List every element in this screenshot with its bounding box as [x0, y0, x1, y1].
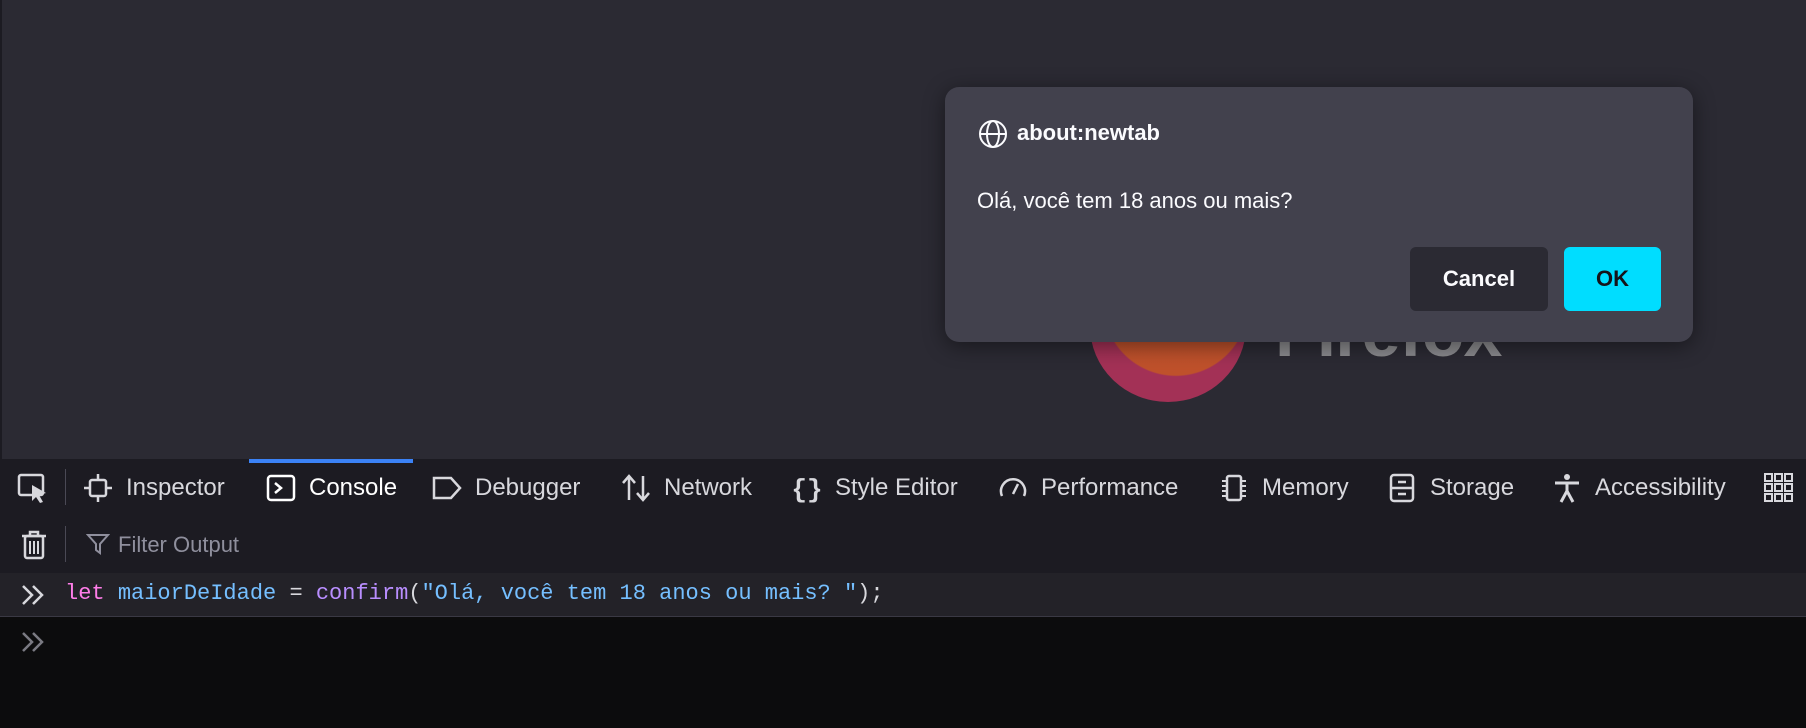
code-keyword: let	[65, 581, 105, 606]
performance-icon	[999, 477, 1027, 496]
page-edge	[0, 0, 2, 459]
tabbar-divider	[65, 469, 66, 505]
code-string: "Olá, você tem 18 anos ou mais? "	[421, 581, 858, 606]
memory-icon	[1222, 474, 1246, 501]
filter-icon	[86, 534, 110, 555]
tab-debugger[interactable]: Debugger	[431, 459, 580, 516]
tab-label: Performance	[1041, 473, 1179, 501]
tab-style-editor[interactable]: {} Style Editor	[791, 459, 958, 516]
tab-console[interactable]: Console	[249, 459, 414, 516]
tab-label: Storage	[1430, 473, 1515, 501]
debugger-icon	[432, 476, 462, 499]
console-icon	[266, 474, 296, 501]
inspector-icon	[84, 473, 112, 502]
dialog-origin: about:newtab	[1017, 120, 1160, 145]
cancel-button[interactable]: Cancel	[1410, 247, 1548, 311]
code-paren-open: (	[408, 581, 422, 606]
globe-icon	[979, 120, 1007, 148]
element-picker-icon[interactable]	[16, 471, 50, 505]
trash-icon[interactable]	[18, 529, 50, 561]
code-variable: maiorDeIdade	[117, 581, 277, 606]
chevron-double-right-icon	[22, 585, 44, 605]
ok-button[interactable]: OK	[1564, 247, 1661, 311]
tab-performance[interactable]: Performance	[997, 459, 1178, 516]
tab-label: Console	[309, 473, 398, 501]
accessibility-icon	[1555, 473, 1579, 503]
tab-label: Accessibility	[1595, 473, 1726, 501]
network-icon	[622, 473, 650, 502]
confirm-dialog: about:newtab Olá, você tem 18 anos ou ma…	[945, 87, 1693, 342]
filter-divider	[65, 526, 66, 562]
tab-network[interactable]: Network	[620, 459, 752, 516]
devtools-panel: Inspector Console Debugger Network {} St…	[0, 459, 1806, 728]
style-editor-icon: {}	[791, 475, 822, 504]
tab-label: Style Editor	[835, 473, 958, 501]
tab-memory[interactable]: Memory	[1218, 459, 1349, 516]
console-code: let maiorDeIdade = confirm("Olá, você te…	[65, 581, 884, 606]
devtools-tabbar: Inspector Console Debugger Network {} St…	[0, 459, 1806, 517]
console-filter-bar	[0, 516, 1806, 574]
console-input-entry: let maiorDeIdade = confirm("Olá, você te…	[0, 573, 1806, 617]
tab-label: Inspector	[126, 473, 225, 501]
tab-label: Memory	[1262, 473, 1349, 501]
browser-page: Firefox about:newtab Olá, você tem 18 an…	[0, 0, 1806, 459]
svg-text:{}: {}	[791, 475, 822, 504]
filter-output-input[interactable]	[116, 526, 920, 564]
tab-label: Network	[664, 473, 753, 501]
storage-icon	[1389, 473, 1415, 502]
tab-label: Debugger	[475, 473, 581, 501]
tab-storage[interactable]: Storage	[1386, 459, 1514, 516]
tab-inspector[interactable]: Inspector	[82, 459, 225, 516]
console-input-area[interactable]	[0, 617, 1806, 728]
code-paren-close: );	[857, 581, 884, 606]
chevron-double-right-icon	[22, 632, 44, 652]
code-function: confirm	[315, 581, 409, 606]
more-tools-icon[interactable]	[1762, 471, 1796, 505]
code-operator: =	[276, 581, 316, 606]
tab-accessibility[interactable]: Accessibility	[1551, 459, 1726, 516]
dialog-message: Olá, você tem 18 anos ou mais?	[977, 188, 1293, 213]
